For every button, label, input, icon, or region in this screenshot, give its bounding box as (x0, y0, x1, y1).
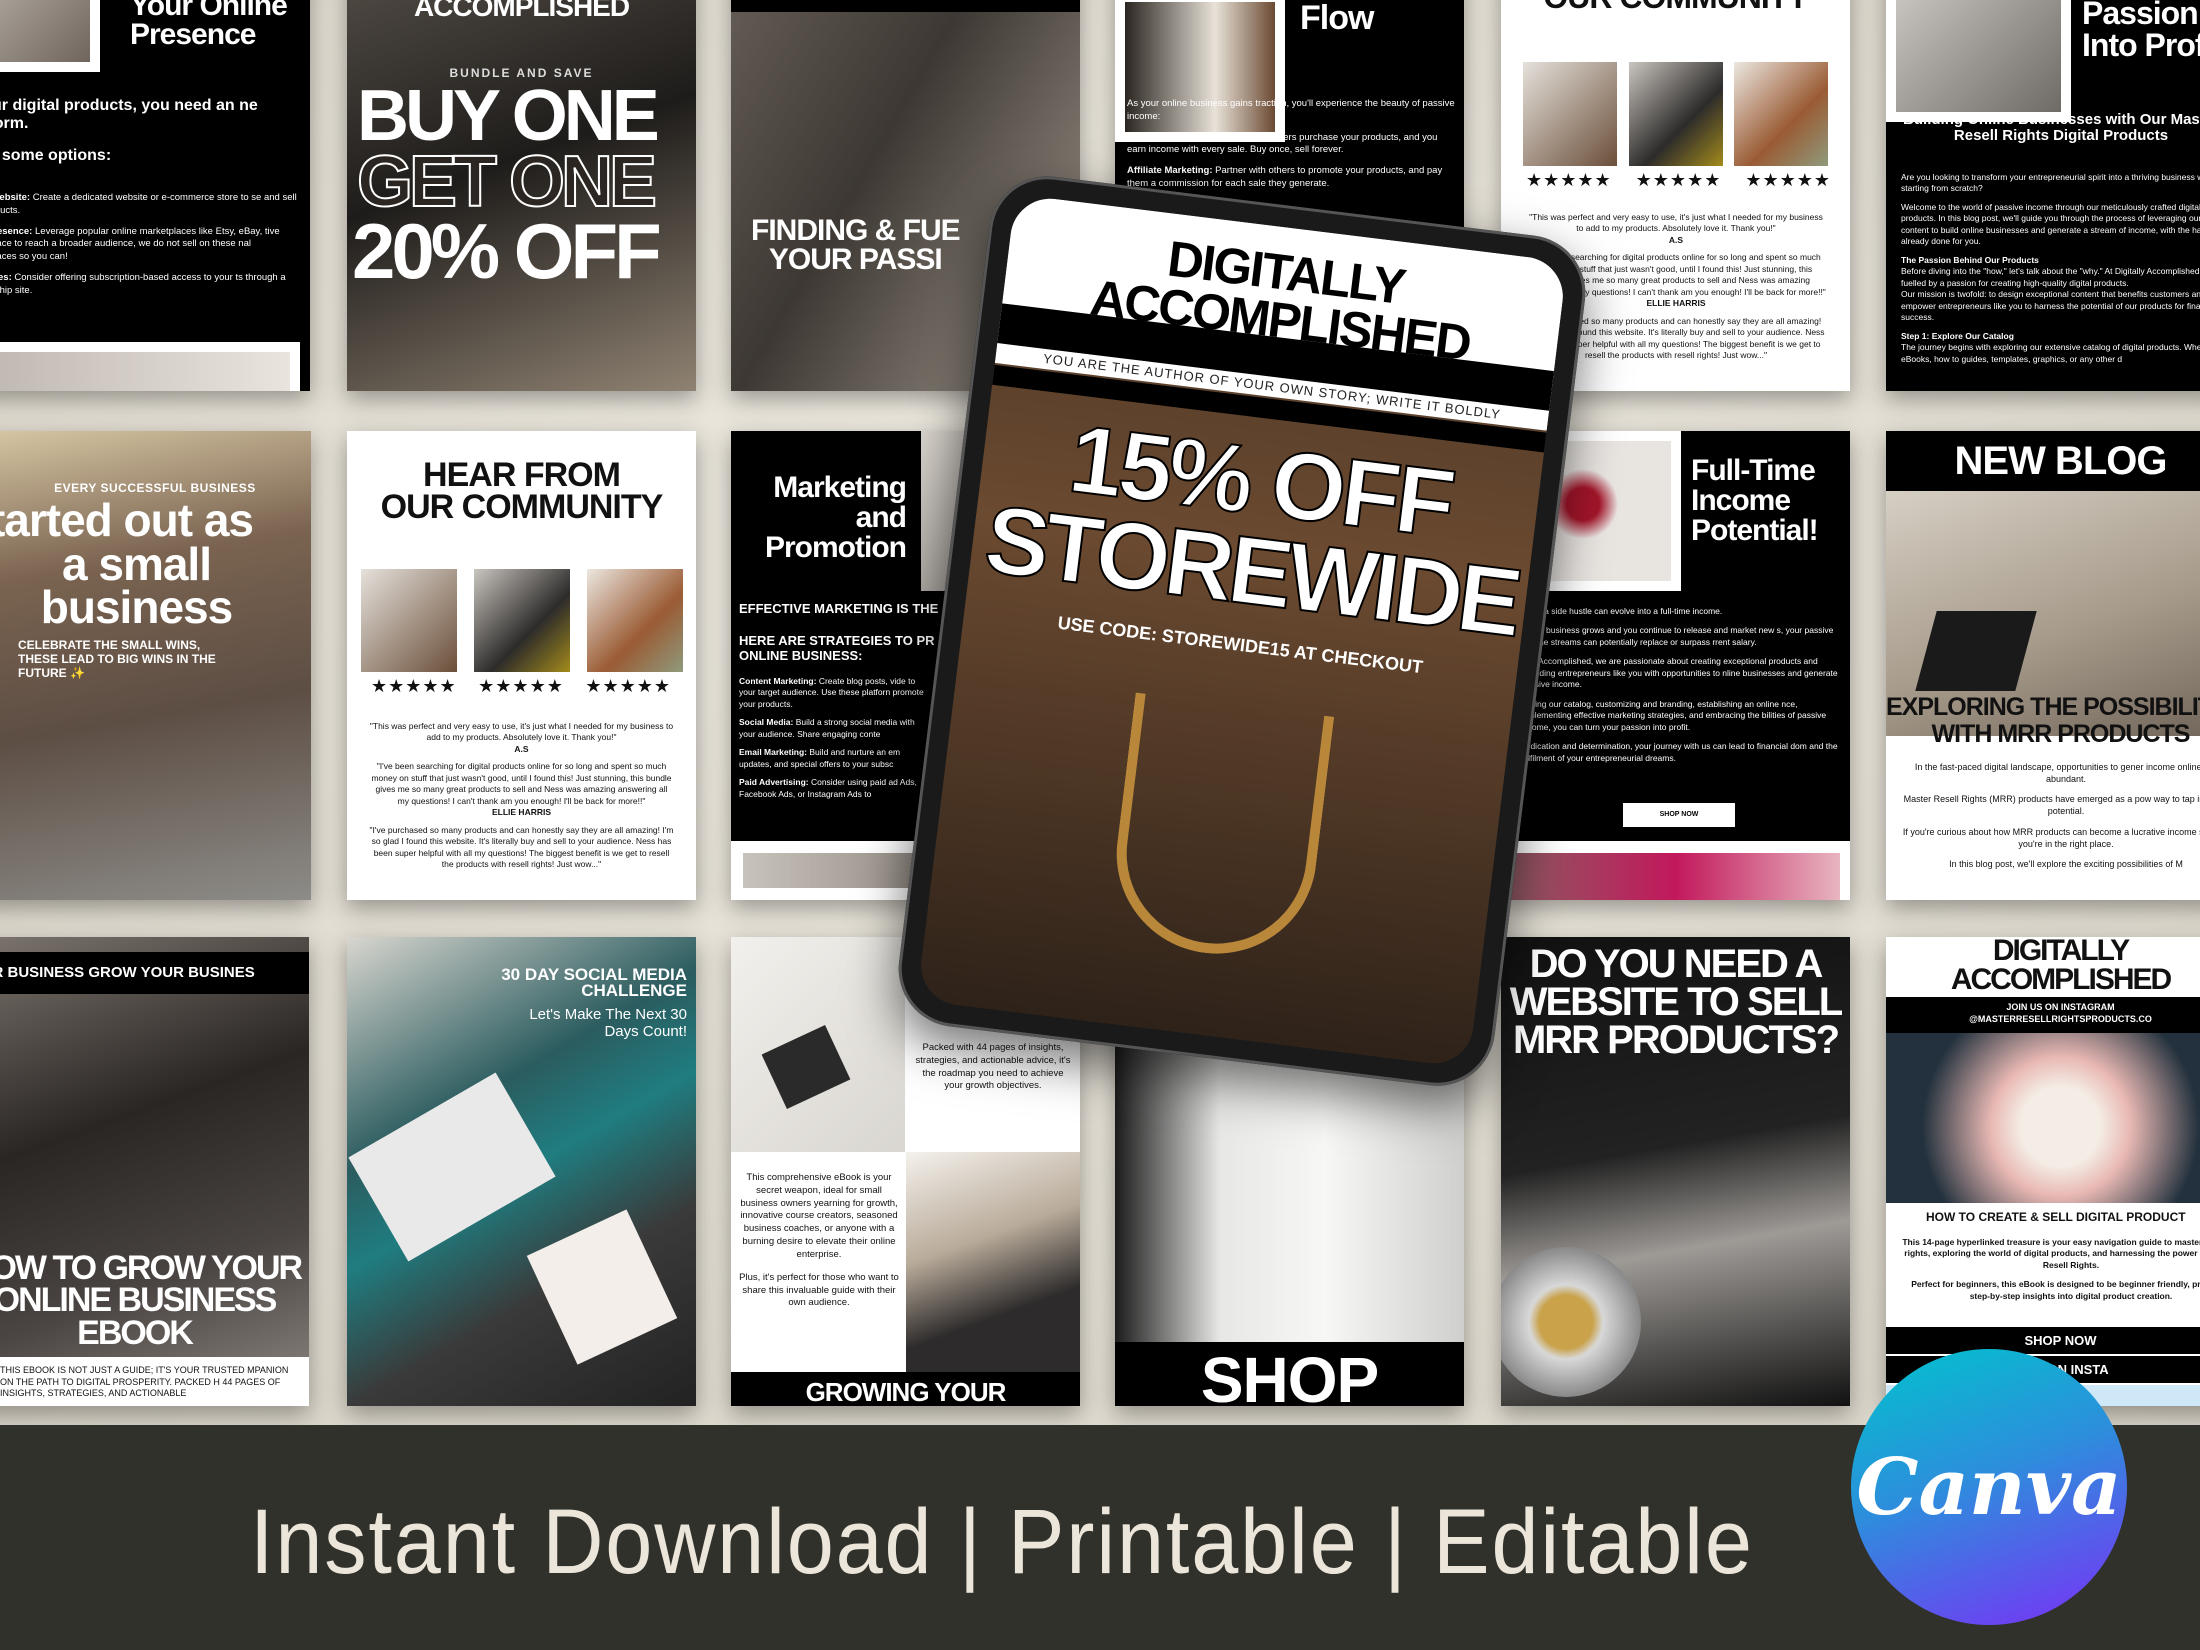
brand-text: ACCOMPLISHED (413, 0, 630, 22)
shop-band: SHOP (1115, 1342, 1464, 1406)
item-label: rship Sites: (0, 272, 12, 284)
tablet-mockup: DIGITALLY ACCOMPLISHED YOU ARE THE AUTHOR… (892, 169, 1592, 1093)
headline: tarted out as a small business (0, 494, 254, 634)
item-label: place Presence: (0, 225, 33, 237)
challenge-title: 30 DAY SOCIAL MEDIA CHALLENGE (501, 965, 687, 1001)
ebook-description: THIS EBOOK IS NOT JUST A GUIDE; IT'S YOU… (0, 1357, 309, 1406)
card-title: Flow (1300, 0, 1374, 37)
canva-logo: Canva (1851, 1349, 2127, 1625)
band-title: GROWING YOUR (731, 1372, 1080, 1406)
challenge-subtitle: Let's Make The Next 30 Days Count! (529, 1006, 687, 1040)
card-title: Full-Time Income Potential! (1691, 454, 1819, 547)
card-grow-ebook: YOUR BUSINESS GROW YOUR BUSINES HOW TO G… (0, 937, 309, 1406)
shop-now-button[interactable]: SHOP NOW (1623, 803, 1735, 827)
card-title: Marketing and Promotion (765, 471, 907, 564)
subtitle: Building Online Businesses with Our Mast… (1903, 111, 2200, 144)
blog-header: NEW BLOG (1886, 431, 2200, 491)
card-bogo: ACCOMPLISHED BUNDLE AND SAVE BUY ONE GET… (347, 0, 696, 391)
ebook-blurb: This comprehensive eBook is your secret … (739, 1172, 899, 1309)
headline-discount: 20% OFF (352, 207, 662, 295)
card-title: Your Online Presence (130, 0, 288, 51)
card-title: Passion Into Profi (2082, 0, 2200, 63)
lead-text: ell our digital products, you need an ne… (0, 97, 258, 132)
card-title: HEAR FROM OUR COMMUNITY (380, 456, 664, 527)
photo-frame (0, 0, 100, 72)
card-title: OUR COMMUNITY (1501, 0, 1850, 13)
star-ratings: ★★★★★ ★★★★★ ★★★★★ (1526, 170, 1831, 190)
body-text: Are you looking to transform your entrep… (1901, 172, 2200, 364)
star-ratings: ★★★★★ ★★★★★ ★★★★★ (371, 676, 671, 696)
card-passion-profit: Passion Into Profi Building Online Busin… (1886, 0, 2200, 391)
card-new-blog: NEW BLOG EXPLORING THE POSSIBILIT WITH M… (1886, 431, 2200, 900)
brand-title: DIGITALLY ACCOMPLISHED (1950, 937, 2172, 996)
subheadline: CELEBRATE THE SMALL WINS, THESE LEAD TO … (18, 638, 216, 680)
card-need-website: DO YOU NEED A WEBSITE TO SELL MRR PRODUC… (1501, 937, 1850, 1406)
ebook-blurb: Packed with 44 pages of insights, strate… (915, 1042, 1071, 1092)
reviews: "This was perfect and very easy to use, … (369, 721, 674, 870)
item-text: Create a dedicated website or e-commerce… (0, 192, 297, 216)
shop-now-button[interactable]: SHOP NOW (1886, 1327, 2200, 1354)
card-digitally-accomplished: DIGITALLY ACCOMPLISHED JOIN US ON INSTAGR… (1886, 937, 2200, 1406)
tagline: Instant Download | Printable | Editable (250, 1491, 1754, 1593)
item-text: Leverage popular online marketplaces lik… (0, 225, 280, 263)
item-text: Consider offering subscription-based acc… (0, 272, 286, 296)
photo-frame (1886, 0, 2071, 122)
headline: FINDING & FUE YOUR PASSI (751, 214, 961, 276)
section-heading: HERE ARE STRATEGIES TO PR ONLINE BUSINES… (739, 633, 935, 663)
blog-title: WITH MRR PRODUCTS (1931, 720, 2191, 748)
headline-buy-one: BUY ONE (357, 76, 660, 156)
coffee-photo (0, 342, 300, 391)
tablet-screen: DIGITALLY ACCOMPLISHED YOU ARE THE AUTHOR… (916, 194, 1568, 1068)
card-online-presence: Your Online Presence ell our digital pro… (0, 0, 310, 391)
body-text: rts as a side hustle can evolve into a f… (1521, 606, 1838, 763)
question-title: DO YOU NEED A WEBSITE TO SELL MRR PRODUC… (1509, 942, 1844, 1062)
lead-text: e are some options: (0, 147, 112, 164)
marquee-band: YOUR BUSINESS GROW YOUR BUSINES (0, 952, 309, 994)
blog-body: In the fast-paced digital landscape, opp… (1902, 762, 2200, 869)
canva-logo-text: Canva (1856, 1441, 2122, 1533)
item-label: merce Website: (0, 192, 31, 203)
instagram-band: JOIN US ON INSTAGRAM @MASTERRESELLRIGHTSP… (1886, 997, 2200, 1033)
section-heading: HOW TO CREATE & SELL DIGITAL PRODUCT (1926, 1210, 2186, 1224)
product-collage: Your Online Presence ell our digital pro… (0, 0, 2200, 1425)
strategies-list: Content Marketing: Create blog posts, vi… (739, 676, 924, 799)
ebook-title: HOW TO GROW YOUR ONLINE BUSINESS EBOOK (0, 1249, 303, 1352)
card-social-challenge: 30 DAY SOCIAL MEDIA CHALLENGE Let's Make… (347, 937, 696, 1406)
review-photos (361, 569, 683, 672)
kicker: EVERY SUCCESSFUL BUSINESS (54, 481, 256, 495)
body-text: This 14-page hyperlinked treasure is you… (1902, 1237, 2200, 1301)
blog-title: EXPLORING THE POSSIBILIT (1886, 693, 2200, 721)
card-hear-from-community: HEAR FROM OUR COMMUNITY ★★★★★ ★★★★★ ★★★★★ "… (347, 431, 696, 900)
card-small-business: EVERY SUCCESSFUL BUSINESS tarted out as a… (0, 431, 311, 900)
review-photos (1523, 62, 1828, 166)
options-list: merce Website: Create a dedicated websit… (0, 192, 300, 298)
